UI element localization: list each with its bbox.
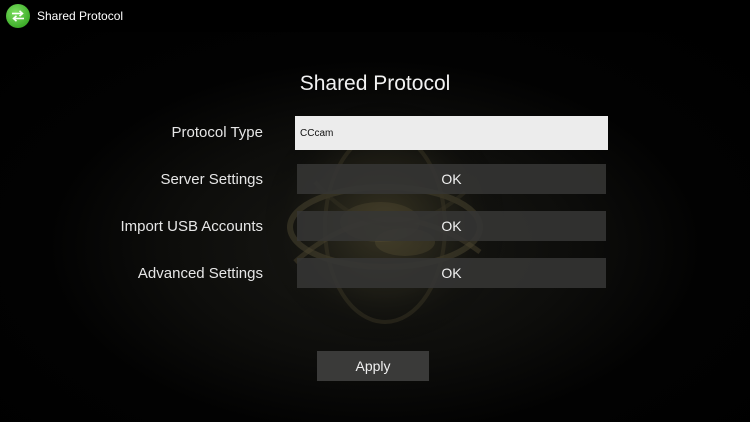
server-settings-ok-label: OK [441,171,462,187]
import-usb-accounts-ok-label: OK [441,218,462,234]
title-bar: Shared Protocol [0,0,750,32]
screen: Shared Protocol Shared Protocol Protocol… [0,0,750,422]
app-title: Shared Protocol [37,9,124,23]
server-settings-label: Server Settings [160,171,263,188]
import-usb-accounts-ok-button[interactable]: OK [297,211,606,241]
advanced-settings-ok-button[interactable]: OK [297,258,606,288]
advanced-settings-ok-label: OK [441,265,462,281]
apply-button[interactable]: Apply [317,351,429,381]
advanced-settings-label: Advanced Settings [137,265,263,282]
protocol-type-value: CCcam [300,127,334,139]
protocol-type-label: Protocol Type [171,124,263,141]
import-usb-accounts-label: Import USB Accounts [120,218,263,235]
page-title: Shared Protocol [299,72,451,95]
protocol-type-select[interactable]: CCcam [295,116,608,150]
main-content: Shared Protocol Protocol Type CCcam Serv… [0,32,750,422]
server-settings-ok-button[interactable]: OK [297,164,606,194]
arrows-swap-icon [6,4,30,28]
apply-label: Apply [355,358,391,374]
